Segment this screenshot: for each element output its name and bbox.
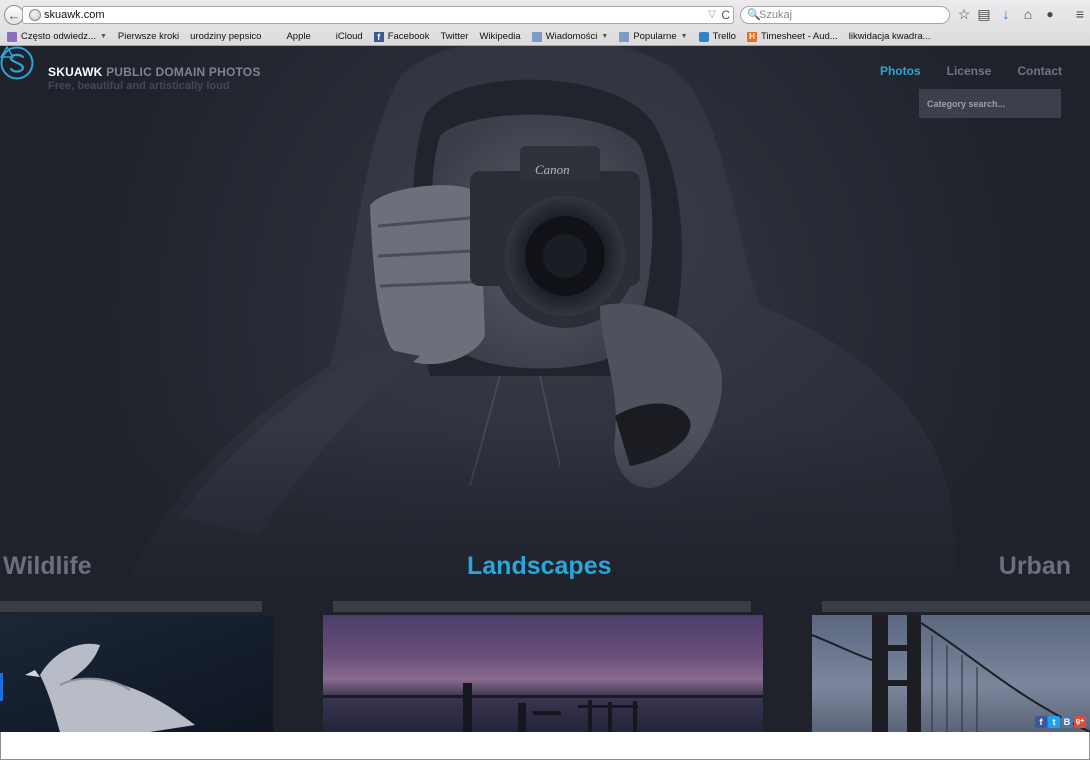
trello-icon xyxy=(698,31,709,42)
reload-icon[interactable]: C xyxy=(721,7,730,23)
chevron-down-icon: ▼ xyxy=(601,33,609,40)
photo-urban[interactable] xyxy=(812,615,1090,732)
category-search-input[interactable] xyxy=(919,89,1061,118)
nav-contact[interactable]: Contact xyxy=(1017,64,1062,78)
browser-search-bar[interactable]: 🔍 xyxy=(740,6,950,24)
home-icon[interactable]: ⌂ xyxy=(1019,5,1037,23)
slide-frame-right xyxy=(822,601,1090,612)
bookmark-item[interactable]: Wiadomości ▼ xyxy=(531,29,609,44)
svg-text:Canon: Canon xyxy=(535,162,570,177)
bookmark-item[interactable]: Apple xyxy=(272,29,310,44)
slide-frame-left xyxy=(0,601,262,612)
bookmark-item[interactable]: Pierwsze kroki xyxy=(0,29,1090,760)
bridge-image xyxy=(812,615,1090,732)
address-bar[interactable]: skuawk.com ▽ C xyxy=(22,6,734,24)
photo-landscapes[interactable] xyxy=(323,615,763,732)
globe-icon xyxy=(29,9,41,21)
nav-photos[interactable]: Photos xyxy=(880,64,921,78)
bookmarks-bar: Często odwiedz... ▼ Pierwsze kroki urodz… xyxy=(0,28,1090,760)
photo-slider: f t B g+ xyxy=(0,601,1090,732)
download-icon[interactable]: ↓ xyxy=(997,5,1015,23)
folder-icon xyxy=(7,31,17,42)
bookmark-item[interactable]: iCloud xyxy=(322,29,363,44)
chat-icon[interactable]: ● xyxy=(1041,5,1059,23)
bookmark-item[interactable]: likwidacja kwadra... xyxy=(0,29,1090,760)
bookmark-item[interactable]: f Facebook xyxy=(373,29,429,44)
pier-image xyxy=(323,683,763,732)
bookmark-item[interactable]: Twitter xyxy=(0,29,1090,760)
url-text[interactable]: skuawk.com xyxy=(44,9,105,22)
back-button[interactable]: ← xyxy=(4,5,24,25)
bookmark-item[interactable]: Popularne ▼ xyxy=(619,29,688,44)
chevron-down-icon: ▼ xyxy=(680,33,688,40)
menu-icon[interactable]: ≡ xyxy=(1071,5,1089,23)
slide-frame-center xyxy=(333,601,751,612)
browser-search-input[interactable] xyxy=(759,7,939,23)
bookmark-item[interactable]: urodziny pepsico xyxy=(0,29,1090,760)
scroll-indicator xyxy=(0,673,3,701)
twitter-share-icon[interactable]: t xyxy=(1048,716,1060,728)
category-current[interactable]: Landscapes xyxy=(467,552,612,581)
main-nav: Photos License Contact xyxy=(854,64,1062,78)
harvest-icon: H xyxy=(746,31,757,42)
brand-subtitle: PUBLIC DOMAIN PHOTOS xyxy=(106,65,261,79)
back-arrow-icon: ← xyxy=(7,7,21,23)
chevron-down-icon: ▼ xyxy=(99,33,107,40)
photo-wildlife[interactable] xyxy=(0,615,273,732)
reading-list-icon[interactable]: ▤ xyxy=(975,5,993,23)
apple-icon xyxy=(272,32,282,42)
site-tagline: Free, beautiful and artistically loud xyxy=(48,80,230,92)
social-share-bar: f t B g+ xyxy=(1035,716,1086,728)
bookmark-item[interactable]: Trello xyxy=(698,29,736,44)
nav-license[interactable]: License xyxy=(947,64,992,78)
bookmark-item[interactable]: H Timesheet - Aud... xyxy=(746,29,838,44)
hero-photographer-image: Canon xyxy=(0,46,1090,601)
bookmark-item[interactable]: Wikipedia xyxy=(0,29,1090,760)
facebook-icon: f xyxy=(373,31,384,42)
gplus-share-icon[interactable]: g+ xyxy=(1074,716,1086,728)
facebook-share-icon[interactable]: f xyxy=(1035,716,1047,728)
category-prev[interactable]: Wildlife xyxy=(3,552,92,581)
folder-icon xyxy=(619,31,630,42)
hero-section: Canon SKUAWK PUBLIC DOMAIN PHOTOS Free, … xyxy=(0,46,1090,601)
bird-image xyxy=(25,643,195,732)
browser-chrome: ← skuawk.com ▽ C 🔍 ☆ ▤ ↓ ⌂ ● ≡ Często od… xyxy=(0,0,1090,760)
site-brand[interactable]: SKUAWK PUBLIC DOMAIN PHOTOS xyxy=(48,65,261,79)
vk-share-icon[interactable]: B xyxy=(1061,716,1073,728)
brand-name: SKUAWK xyxy=(48,65,103,79)
bookmark-star-icon[interactable]: ☆ xyxy=(955,5,973,23)
web-page: Canon SKUAWK PUBLIC DOMAIN PHOTOS Free, … xyxy=(0,46,1090,732)
up-arrow-icon[interactable] xyxy=(0,46,14,58)
bookmark-item[interactable]: Często odwiedz... ▼ xyxy=(7,29,107,44)
apple-icon xyxy=(322,32,332,42)
category-next[interactable]: Urban xyxy=(999,552,1071,581)
folder-icon xyxy=(531,31,542,42)
url-history-dropdown-icon[interactable]: ▽ xyxy=(708,7,716,23)
browser-toolbar: ← skuawk.com ▽ C 🔍 ☆ ▤ ↓ ⌂ ● ≡ xyxy=(0,0,1090,28)
